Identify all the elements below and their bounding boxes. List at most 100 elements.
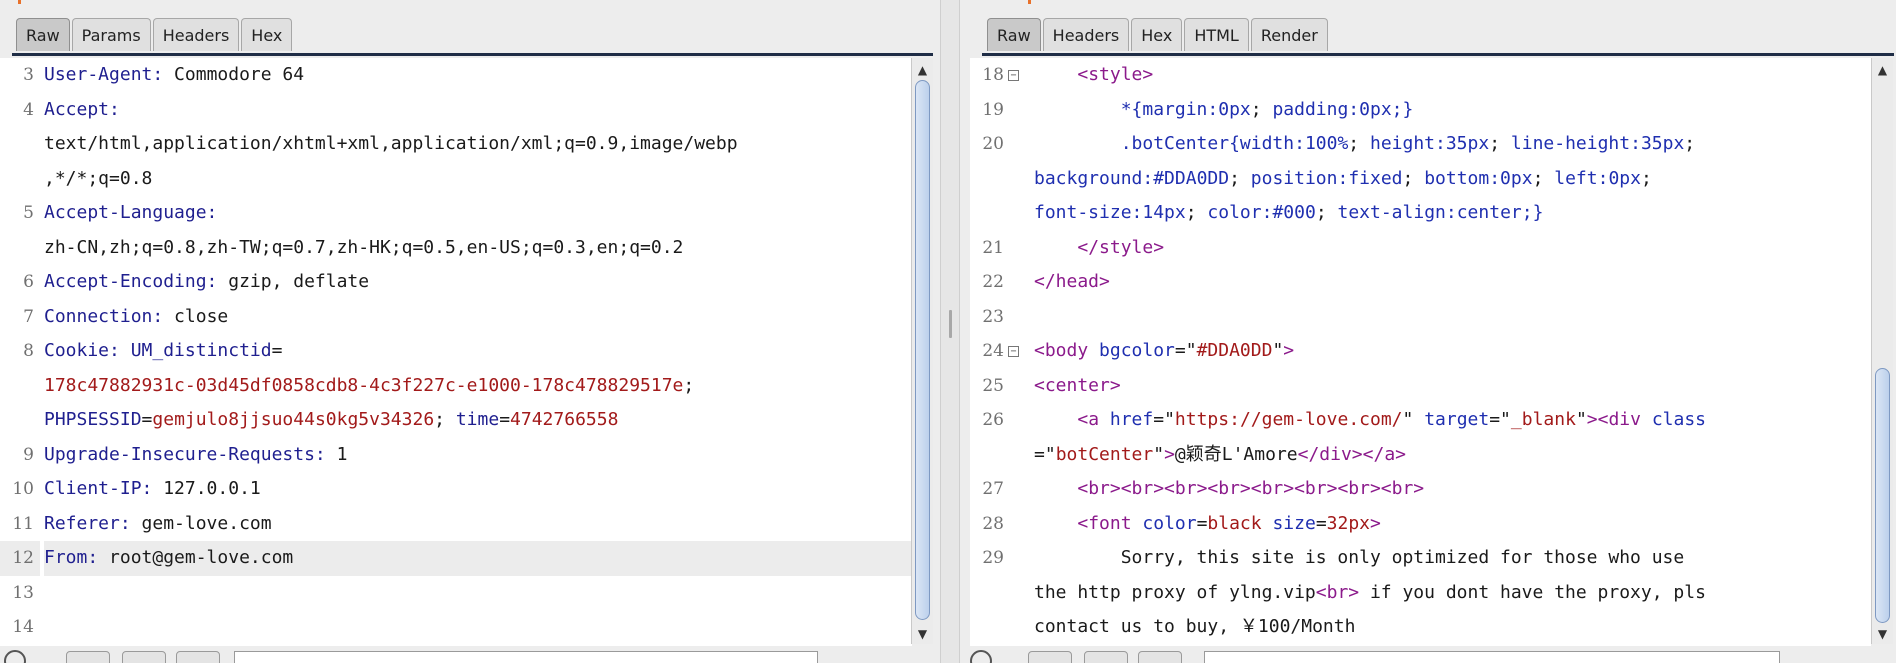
code-token: 35px <box>1640 133 1685 154</box>
line-number-row: 7 <box>0 300 40 335</box>
response-tab-html[interactable]: HTML <box>1184 18 1249 51</box>
fold-toggle-icon[interactable]: − <box>1008 70 1019 81</box>
code-token: > <box>1164 443 1175 465</box>
panel-splitter[interactable] <box>940 0 960 663</box>
code-token: close <box>163 305 229 327</box>
fold-toggle-icon[interactable]: − <box>1008 346 1019 357</box>
scroll-up-icon[interactable]: ▲ <box>1872 60 1893 80</box>
add-button[interactable] <box>1084 651 1128 663</box>
code-line[interactable]: <br><br><br><br><br><br><br><br> <box>1034 472 1871 507</box>
code-line[interactable]: background:#DDA0DD; position:fixed; bott… <box>1034 162 1871 197</box>
request-tab-raw[interactable]: Raw <box>16 18 70 51</box>
code-line[interactable]: From: root@gem-love.com <box>44 541 912 576</box>
line-number: 29 <box>982 548 1004 568</box>
code-line[interactable]: ="botCenter">@颖奇L'Amore</div></a> <box>1034 438 1871 473</box>
code-line[interactable] <box>44 576 912 611</box>
code-line[interactable]: *{margin:0px; padding:0px;} <box>1034 93 1871 128</box>
help-icon[interactable] <box>970 650 992 663</box>
line-number-row: 18− <box>970 58 1038 93</box>
prev-match-button[interactable] <box>1028 651 1072 663</box>
response-tab-raw[interactable]: Raw <box>987 18 1041 51</box>
code-line[interactable]: font-size:14px; color:#000; text-align:c… <box>1034 196 1871 231</box>
line-number <box>970 438 1004 473</box>
code-token: bottom: <box>1424 167 1501 189</box>
response-code[interactable]: <style> *{margin:0px; padding:0px;} .bot… <box>1034 58 1871 646</box>
code-line[interactable] <box>44 610 912 645</box>
request-code[interactable]: User-Agent: Commodore 64 Accept: text/html… <box>44 58 912 646</box>
response-search-input[interactable] <box>1204 651 1780 663</box>
request-tab-hex[interactable]: Hex <box>241 18 293 51</box>
prev-match-button[interactable] <box>66 651 110 663</box>
line-number: 11 <box>12 513 34 534</box>
request-tab-headers[interactable]: Headers <box>152 18 240 51</box>
code-token: <style> <box>1077 64 1154 85</box>
splitter-grip-icon[interactable] <box>949 310 952 338</box>
response-tab-hex[interactable]: Hex <box>1131 18 1183 51</box>
next-match-button[interactable] <box>176 651 220 663</box>
code-line[interactable]: the http proxy of ylng.vip<br> if you do… <box>1034 576 1871 611</box>
line-number: 27 <box>982 479 1004 499</box>
code-token: ; <box>1250 98 1273 120</box>
line-number-row: 3 <box>0 58 40 93</box>
response-scroll-thumb[interactable] <box>1875 368 1890 623</box>
code-line[interactable]: ,*/*;q=0.8 <box>44 162 912 197</box>
line-number-row <box>970 438 1038 473</box>
response-editor[interactable]: 18−19 20 21 22 23 24−25 26 27 28 29 <style> *{mar… <box>970 58 1871 646</box>
code-line[interactable]: </style> <box>1034 231 1871 266</box>
response-tabs: Raw Headers Hex HTML Render <box>987 18 1330 53</box>
response-top-strip <box>960 0 1896 6</box>
scroll-up-icon[interactable]: ▲ <box>912 60 933 80</box>
line-number-row: 21 <box>970 231 1038 266</box>
scroll-down-icon[interactable]: ▼ <box>1872 624 1893 644</box>
code-line[interactable]: Accept: <box>44 93 912 128</box>
request-tab-params[interactable]: Params <box>71 18 151 51</box>
code-line[interactable]: contact us to buy, ￥100/Month <box>1034 610 1871 645</box>
response-tab-render[interactable]: Render <box>1250 18 1328 51</box>
code-line[interactable]: .botCenter{width:100%; height:35px; line… <box>1034 127 1871 162</box>
code-line[interactable]: Sorry, this site is only optimized for t… <box>1034 541 1871 576</box>
code-line[interactable]: Accept-Language: <box>44 196 912 231</box>
response-tab-headers[interactable]: Headers <box>1042 18 1130 51</box>
code-token: 178c47882931c-03d45df0858cdb8-4c3f227c-e… <box>44 374 684 396</box>
code-line[interactable]: <center> <box>1034 369 1871 404</box>
request-scroll-thumb[interactable] <box>915 80 930 620</box>
code-line[interactable]: PHPSESSID=gemjulo8jjsuo44s0kg5v34326; ti… <box>44 403 912 438</box>
code-token: 32px <box>1326 512 1371 534</box>
code-token: if you dont have the proxy, pls <box>1359 581 1706 603</box>
request-editor[interactable]: 3 4 5 6 7 8 9 10 11 12 13 14 User-Agent: Commodore … <box>0 58 912 646</box>
code-line[interactable]: </head> <box>1034 265 1871 300</box>
code-line[interactable]: 178c47882931c-03d45df0858cdb8-4c3f227c-e… <box>44 369 912 404</box>
add-button[interactable] <box>122 651 166 663</box>
line-number <box>0 127 34 162</box>
help-icon[interactable] <box>4 650 26 663</box>
code-line[interactable]: Referer: gem-love.com <box>44 507 912 542</box>
line-number-row: 10 <box>0 472 40 507</box>
line-number-row: 29 <box>970 541 1038 576</box>
code-line[interactable]: <font color=black size=32px> <box>1034 507 1871 542</box>
code-line[interactable]: Cookie: UM_distinctid= <box>44 334 912 369</box>
code-line[interactable]: <a href="https://gem-love.com/" target="… <box>1034 403 1871 438</box>
code-token: <center> <box>1034 374 1121 396</box>
response-scrollbar[interactable]: ▲ ▼ <box>1871 58 1893 644</box>
code-line[interactable]: text/html,application/xhtml+xml,applicat… <box>44 127 912 162</box>
scroll-down-icon[interactable]: ▼ <box>912 624 933 644</box>
line-number-row: 23 <box>970 300 1038 335</box>
request-scrollbar[interactable]: ▲ ▼ <box>911 58 933 644</box>
code-line[interactable]: Accept-Encoding: gzip, deflate <box>44 265 912 300</box>
code-token: = <box>1196 512 1208 534</box>
code-line[interactable]: Client-IP: 127.0.0.1 <box>44 472 912 507</box>
code-token: gem-love.com <box>130 512 272 534</box>
code-line[interactable]: <body bgcolor="#DDA0DD"> <box>1034 334 1871 369</box>
code-line[interactable] <box>1034 300 1871 335</box>
line-number-row <box>0 403 40 438</box>
code-line[interactable]: Connection: close <box>44 300 912 335</box>
request-search-input[interactable] <box>234 651 818 663</box>
next-match-button[interactable] <box>1138 651 1182 663</box>
code-token: ; <box>1229 167 1251 189</box>
code-line[interactable]: User-Agent: Commodore 64 <box>44 58 912 93</box>
code-line[interactable]: <style> <box>1034 58 1871 93</box>
code-token: 0px <box>1218 98 1251 120</box>
code-line[interactable]: Upgrade-Insecure-Requests: 1 <box>44 438 912 473</box>
code-line[interactable]: zh-CN,zh;q=0.8,zh-TW;q=0.7,zh-HK;q=0.5,e… <box>44 231 912 266</box>
